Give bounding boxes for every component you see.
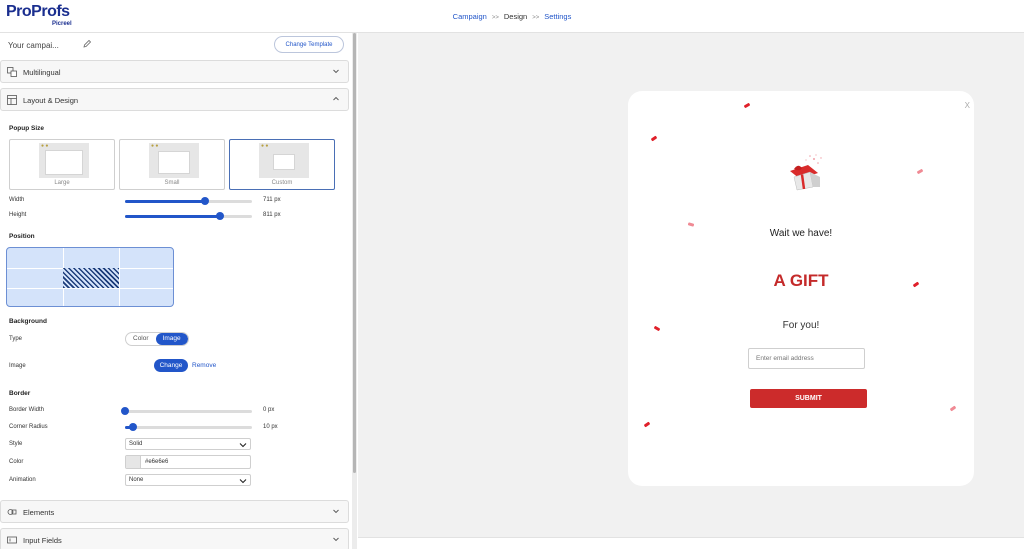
animation-label: Animation [9, 477, 36, 483]
background-title: Background [9, 318, 47, 325]
position-cell-selected[interactable] [63, 268, 119, 288]
logo-subtitle: Picreel [52, 21, 72, 27]
slider-handle[interactable] [128, 423, 137, 431]
breadcrumb-campaign[interactable]: Campaign [453, 12, 487, 21]
input-field-icon [7, 536, 17, 544]
multilingual-title: Multilingual [23, 68, 61, 77]
type-label: Type [9, 336, 23, 342]
breadcrumb-separator: >> [491, 15, 499, 21]
style-label: Style [9, 441, 23, 447]
size-thumbnail: ● ● [39, 143, 89, 178]
border-width-label: Border Width [9, 407, 45, 413]
select-value: None [129, 477, 144, 483]
elements-section[interactable]: Elements [0, 500, 349, 523]
size-option-label: Small [164, 180, 180, 186]
campaign-name-row: Your campai... Change Template [0, 33, 349, 57]
height-slider[interactable] [125, 212, 252, 220]
scrollbar-thumb[interactable] [353, 33, 356, 473]
border-color-field[interactable]: #e6e6e6 [125, 455, 251, 469]
preview-footer [358, 537, 1024, 549]
popup-gift-text: A GIFT [773, 271, 829, 290]
popup-subtext: For you! [782, 320, 820, 331]
height-value: 811 px [263, 212, 281, 218]
color-value[interactable]: #e6e6e6 [145, 459, 168, 465]
chevron-down-icon [333, 69, 339, 74]
breadcrumb-separator: >> [532, 15, 540, 21]
change-template-button[interactable]: Change Template [274, 36, 344, 53]
type-option-color[interactable]: Color [126, 333, 156, 345]
corner-radius-label: Corner Radius [9, 424, 48, 430]
grid-divider [7, 288, 173, 289]
image-label: Image [9, 363, 26, 369]
shapes-icon [7, 509, 17, 515]
breadcrumb: Campaign >> Design >> Settings [0, 12, 1024, 21]
layout-design-title: Layout & Design [23, 96, 79, 105]
settings-panel: Your campai... Change Template Multiling… [0, 33, 351, 549]
position-grid[interactable] [6, 247, 174, 307]
slider-handle[interactable] [121, 407, 129, 415]
slider-handle[interactable] [201, 197, 209, 205]
corner-radius-value: 10 px [263, 424, 278, 430]
chevron-down-icon [333, 509, 339, 514]
elements-title: Elements [23, 508, 55, 517]
slider-fill [125, 215, 221, 218]
gift-box-icon [790, 154, 822, 191]
size-thumbnail: ● ● [259, 143, 309, 178]
border-style-select[interactable]: Solid [125, 438, 251, 450]
width-label: Width [9, 197, 25, 203]
popup-preview: X Wait we have! A GIFT For you! SUBMIT [628, 91, 974, 486]
color-swatch[interactable] [126, 456, 141, 468]
size-option-custom[interactable]: ● ● Custom [229, 139, 335, 190]
color-label: Color [9, 459, 24, 465]
chevron-down-icon [239, 443, 247, 448]
width-slider[interactable] [125, 197, 252, 205]
chevron-down-icon [333, 537, 339, 542]
size-option-label: Large [54, 180, 70, 186]
chevron-up-icon [333, 96, 339, 101]
pencil-icon[interactable] [82, 39, 92, 49]
slider-handle[interactable] [216, 212, 225, 220]
size-option-small[interactable]: ● ● Small [119, 139, 225, 190]
top-bar: ProProfs Picreel Campaign >> Design >> Setti… [0, 0, 1024, 33]
layout-icon [7, 95, 17, 105]
submit-button[interactable]: SUBMIT [750, 389, 867, 408]
background-type-toggle[interactable]: Color Image [125, 332, 189, 346]
corner-radius-slider[interactable] [125, 423, 252, 431]
border-width-slider[interactable] [121, 407, 252, 415]
close-icon[interactable]: X [965, 101, 970, 110]
position-title: Position [9, 233, 35, 240]
breadcrumb-settings[interactable]: Settings [544, 12, 571, 21]
layout-design-section[interactable]: Layout & Design [0, 88, 349, 111]
input-fields-title: Input Fields [23, 536, 62, 545]
size-thumbnail: ● ● [149, 143, 199, 178]
border-title: Border [9, 390, 31, 397]
translate-icon [7, 67, 17, 77]
size-option-large[interactable]: ● ● Large [9, 139, 115, 190]
border-width-value: 0 px [263, 407, 275, 413]
chevron-down-icon [239, 479, 247, 484]
popup-heading: Wait we have! [769, 228, 833, 239]
height-label: Height [9, 212, 27, 218]
popup-size-title: Popup Size [9, 125, 45, 132]
select-value: Solid [129, 441, 143, 447]
remove-image-link[interactable]: Remove [192, 362, 216, 369]
multilingual-section[interactable]: Multilingual [0, 60, 349, 83]
sidebar-scrollbar[interactable] [352, 33, 357, 549]
grid-divider [119, 248, 120, 306]
breadcrumb-design[interactable]: Design [504, 12, 527, 21]
size-option-label: Custom [271, 180, 293, 186]
animation-select[interactable]: None [125, 474, 251, 486]
slider-fill [125, 200, 205, 203]
input-fields-section[interactable]: Input Fields [0, 528, 349, 549]
type-option-image[interactable]: Image [155, 333, 188, 345]
change-image-button[interactable]: Change [154, 359, 188, 372]
campaign-name[interactable]: Your campai... [8, 41, 59, 50]
width-value: 711 px [263, 197, 281, 203]
email-input[interactable] [748, 348, 865, 369]
